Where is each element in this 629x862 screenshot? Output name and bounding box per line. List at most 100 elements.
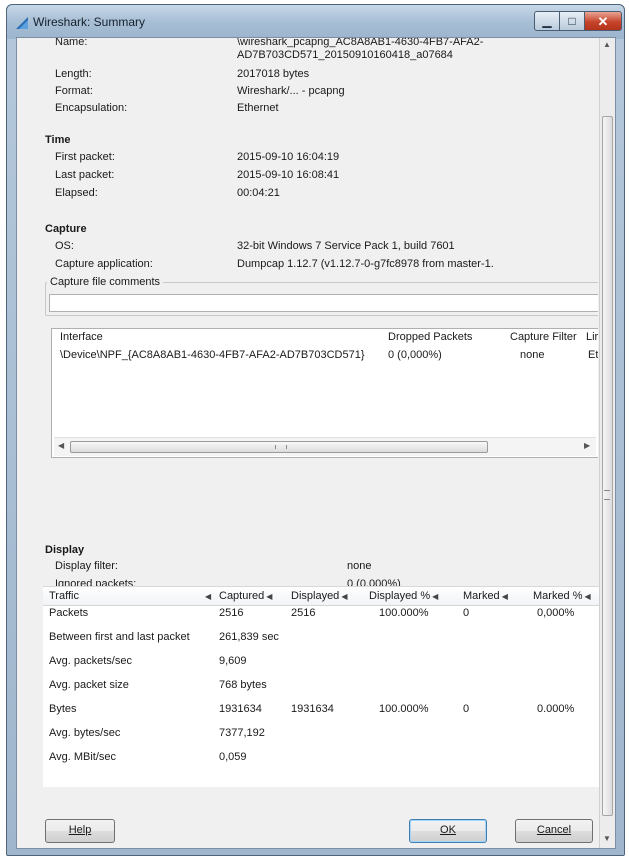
link-type-column-header[interactable]: Lir: [586, 331, 598, 343]
wireshark-fin-icon: [16, 17, 28, 29]
scroll-down-icon[interactable]: ▼: [603, 834, 611, 843]
marked-percent-column-header[interactable]: Marked % ◀: [533, 590, 591, 602]
first-packet-label: First packet:: [55, 151, 115, 163]
format-value: Wireshark/... - pcapng: [237, 85, 345, 97]
displayed-percent-value: 100.000%: [379, 607, 429, 619]
marked-column-header[interactable]: Marked ◀: [463, 590, 508, 602]
captured-column-header[interactable]: Captured ◀: [219, 590, 272, 602]
title-bar[interactable]: Wireshark: Summary ▁ □ ✕: [7, 5, 624, 39]
capture-comments-field[interactable]: [49, 294, 598, 312]
captured-value: 261,839 sec: [219, 631, 279, 643]
length-value: 2017018 bytes: [237, 68, 310, 80]
table-row[interactable]: Packets 2516 2516 100.000% 0 0,000%: [43, 607, 599, 629]
captured-value: 7377,192: [219, 727, 265, 739]
interface-row[interactable]: \Device\NPF_{AC8A8AB1-4630-4FB7-AFA2-AD7…: [52, 349, 598, 366]
last-packet-value: 2015-09-10 16:08:41: [237, 169, 340, 181]
vertical-scroll-thumb[interactable]: [602, 116, 613, 816]
capture-comments-label: Capture file comments: [47, 276, 164, 288]
table-row[interactable]: Avg. packet size 768 bytes: [43, 679, 599, 701]
encapsulation-value: Ethernet: [237, 102, 279, 114]
table-row[interactable]: Avg. MBit/sec 0,059: [43, 751, 599, 773]
maximize-icon: □: [568, 14, 576, 28]
table-row[interactable]: Avg. bytes/sec 7377,192: [43, 727, 599, 749]
sort-arrow-icon: ◀: [432, 592, 439, 601]
traffic-label: Packets: [49, 607, 89, 619]
display-filter-value: none: [347, 560, 372, 572]
first-packet-value: 2015-09-10 16:04:19: [237, 151, 340, 163]
display-heading: Display: [45, 544, 85, 556]
traffic-label: Between first and last packet: [49, 631, 190, 643]
marked-percent-value: 0,000%: [537, 607, 575, 619]
interface-list-header: Interface Dropped Packets Capture Filter…: [52, 331, 598, 348]
traffic-label: Avg. packets/sec: [49, 655, 132, 667]
time-heading: Time: [45, 134, 71, 146]
dropped-packets-column-header[interactable]: Dropped Packets: [388, 331, 472, 343]
help-button[interactable]: Help: [45, 819, 115, 843]
displayed-percent-column-header[interactable]: Displayed % ◀: [369, 590, 438, 602]
name-value-line1: \wireshark_pcapng_AC8A8AB1-4630-4FB7-AFA…: [237, 38, 484, 48]
displayed-value: 1931634: [291, 703, 334, 715]
format-label: Format:: [55, 85, 93, 97]
scroll-up-icon[interactable]: ▲: [603, 40, 611, 49]
capture-filter-column-header[interactable]: Capture Filter: [510, 331, 577, 343]
horizontal-scroll-thumb[interactable]: [70, 441, 488, 453]
interface-column-header[interactable]: Interface: [60, 331, 103, 343]
sort-arrow-icon: ◀: [584, 592, 591, 601]
last-packet-label: Last packet:: [55, 169, 115, 181]
traffic-label: Avg. bytes/sec: [49, 727, 121, 739]
encapsulation-label: Encapsulation:: [55, 102, 128, 114]
minimize-button[interactable]: ▁: [534, 11, 560, 31]
os-label: OS:: [55, 240, 74, 252]
table-row[interactable]: Between first and last packet 261,839 se…: [43, 631, 599, 653]
traffic-label: Avg. packet size: [49, 679, 129, 691]
name-value-line2: AD7B703CD571_20150910160418_a07684: [237, 49, 453, 61]
close-icon: ✕: [597, 13, 609, 29]
capture-application-label: Capture application:: [55, 258, 153, 270]
interface-link-type: Et: [588, 349, 598, 361]
marked-value: 0: [463, 703, 470, 715]
captured-value: 2516: [219, 607, 244, 619]
scroll-right-icon[interactable]: ▶: [584, 441, 590, 450]
capture-heading: Capture: [45, 223, 87, 235]
os-value: 32-bit Windows 7 Service Pack 1, build 7…: [237, 240, 455, 252]
summary-window: Wireshark: Summary ▁ □ ✕ Name: \wireshar…: [6, 4, 625, 856]
sort-arrow-icon: ◀: [341, 592, 348, 601]
minimize-icon: ▁: [542, 14, 552, 28]
interface-dropped: 0 (0,000%): [388, 349, 442, 361]
length-label: Length:: [55, 68, 92, 80]
elapsed-label: Elapsed:: [55, 187, 98, 199]
table-row[interactable]: Bytes 1931634 1931634 100.000% 0 0.000%: [43, 703, 599, 725]
captured-value: 1931634: [219, 703, 262, 715]
captured-value: 9,609: [219, 655, 247, 667]
summary-scroll-area: Name: \wireshark_pcapng_AC8A8AB1-4630-4F…: [17, 38, 598, 598]
interface-horizontal-scrollbar[interactable]: ◀ ▶: [54, 437, 596, 456]
window-title: Wireshark: Summary: [33, 15, 146, 29]
scroll-left-icon[interactable]: ◀: [58, 441, 64, 450]
scroll-grip-icon: [275, 445, 287, 449]
ok-button[interactable]: OK: [409, 819, 487, 843]
maximize-button[interactable]: □: [559, 11, 585, 31]
marked-value: 0: [463, 607, 470, 619]
cancel-button[interactable]: Cancel: [515, 819, 593, 843]
traffic-label: Avg. MBit/sec: [49, 751, 117, 763]
close-button[interactable]: ✕: [584, 11, 622, 31]
traffic-table-header: Traffic ◀ Captured ◀ Displayed ◀ Displayed…: [43, 587, 599, 606]
traffic-label: Bytes: [49, 703, 77, 715]
sort-arrow-icon: ◀: [266, 592, 273, 601]
elapsed-value: 00:04:21: [237, 187, 280, 199]
vertical-scrollbar[interactable]: ▲ ▼: [599, 38, 615, 848]
dialog-body: Name: \wireshark_pcapng_AC8A8AB1-4630-4F…: [16, 37, 616, 849]
displayed-column-header[interactable]: Displayed ◀: [291, 590, 347, 602]
scroll-grip-icon: [604, 490, 610, 500]
traffic-table[interactable]: Traffic ◀ Captured ◀ Displayed ◀ Displayed…: [43, 586, 599, 787]
display-filter-label: Display filter:: [55, 560, 118, 572]
table-row[interactable]: Avg. packets/sec 9,609: [43, 655, 599, 677]
sort-arrow-icon: ◀: [501, 592, 508, 601]
traffic-header-sort-icon[interactable]: ◀: [203, 590, 211, 602]
displayed-percent-value: 100.000%: [379, 703, 429, 715]
traffic-column-header[interactable]: Traffic: [49, 590, 79, 602]
interface-list[interactable]: Interface Dropped Packets Capture Filter…: [51, 328, 598, 458]
displayed-value: 2516: [291, 607, 316, 619]
interface-filter: none: [520, 349, 545, 361]
name-label: Name:: [55, 38, 88, 48]
